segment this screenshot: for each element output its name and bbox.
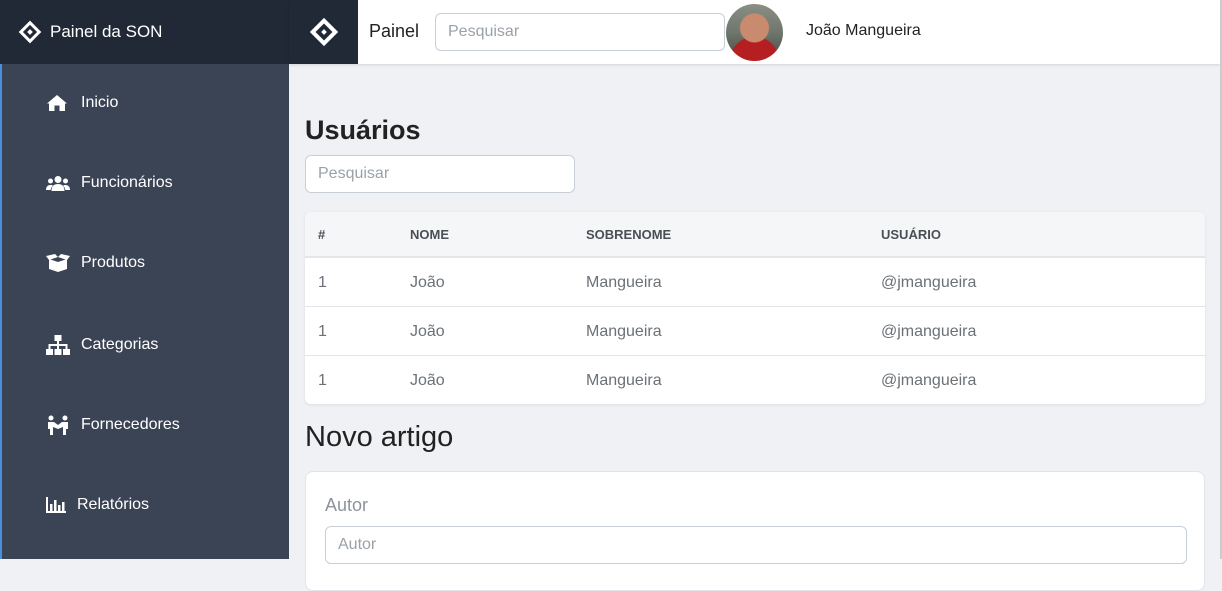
cell-id: 1 [318, 372, 327, 389]
logo-diamond-icon [309, 17, 338, 47]
page-title: Usuários [305, 115, 421, 145]
column-header-id[interactable]: # [318, 227, 325, 242]
cell-id: 1 [318, 274, 327, 291]
sidebar-item-label: Inicio [81, 94, 119, 111]
brand-title: Painel da SON [50, 22, 163, 41]
sidebar-item-label: Fornecedores [81, 416, 180, 433]
cell-sobrenome: Mangueira [586, 323, 662, 340]
sidebar-item-produtos[interactable]: Produtos [46, 254, 145, 272]
table-header: # NOME SOBRENOME USUÁRIO [305, 212, 1205, 258]
users-search-input[interactable] [305, 155, 575, 193]
table-row[interactable]: 1 João Mangueira @jmangueira [305, 307, 1205, 356]
sidebar-brand[interactable]: Painel da SON [0, 0, 289, 64]
sidebar-item-label: Produtos [81, 254, 146, 271]
top-search-input[interactable] [435, 13, 725, 51]
author-input[interactable] [325, 526, 1187, 564]
column-header-sobrenome[interactable]: SOBRENOME [586, 227, 671, 242]
sidebar-item-inicio[interactable]: Inicio [46, 94, 118, 112]
sidebar-item-fornecedores[interactable]: Fornecedores [46, 415, 180, 435]
author-label: Autor [325, 495, 369, 515]
users-icon [46, 175, 72, 191]
cell-nome: João [410, 274, 445, 291]
section-title-novo-artigo: Novo artigo [305, 421, 454, 453]
home-icon [46, 94, 72, 112]
avatar[interactable] [726, 4, 783, 61]
column-header-nome[interactable]: NOME [410, 227, 449, 242]
cell-usuario: @jmangueira [881, 274, 977, 291]
user-name[interactable]: João Mangueira [806, 22, 921, 40]
users-table: # NOME SOBRENOME USUÁRIO 1 João Mangueir… [305, 212, 1205, 404]
cell-nome: João [410, 372, 445, 389]
logo-diamond-icon [18, 20, 42, 44]
sidebar-item-funcionarios[interactable]: Funcionários [46, 174, 173, 192]
sidebar-item-categorias[interactable]: Categorias [46, 335, 158, 355]
sidebar-item-relatorios[interactable]: Relatórios [46, 496, 149, 514]
top-title: Painel [369, 21, 420, 41]
cell-usuario: @jmangueira [881, 323, 977, 340]
top-bar: Painel João Mangueira [289, 0, 1220, 64]
table-row[interactable]: 1 João Mangueira @jmangueira [305, 356, 1205, 404]
sidebar-item-label: Relatórios [77, 496, 150, 513]
cell-sobrenome: Mangueira [586, 274, 662, 291]
cell-nome: João [410, 323, 445, 340]
sidebar-item-label: Categorias [81, 336, 159, 353]
table-row[interactable]: 1 João Mangueira @jmangueira [305, 258, 1205, 307]
cell-sobrenome: Mangueira [586, 372, 662, 389]
cell-id: 1 [318, 323, 327, 340]
top-logo[interactable] [289, 0, 358, 64]
sidebar: Inicio Funcionários Produtos Categorias … [0, 64, 289, 559]
cell-usuario: @jmangueira [881, 372, 977, 389]
sitemap-icon [46, 335, 72, 355]
box-icon [46, 254, 72, 272]
column-header-usuario[interactable]: USUÁRIO [881, 227, 941, 242]
new-article-form: Autor [305, 471, 1205, 591]
sidebar-item-label: Funcionários [81, 174, 173, 191]
handshake-icon [46, 415, 72, 435]
bar-chart-icon [46, 497, 68, 513]
